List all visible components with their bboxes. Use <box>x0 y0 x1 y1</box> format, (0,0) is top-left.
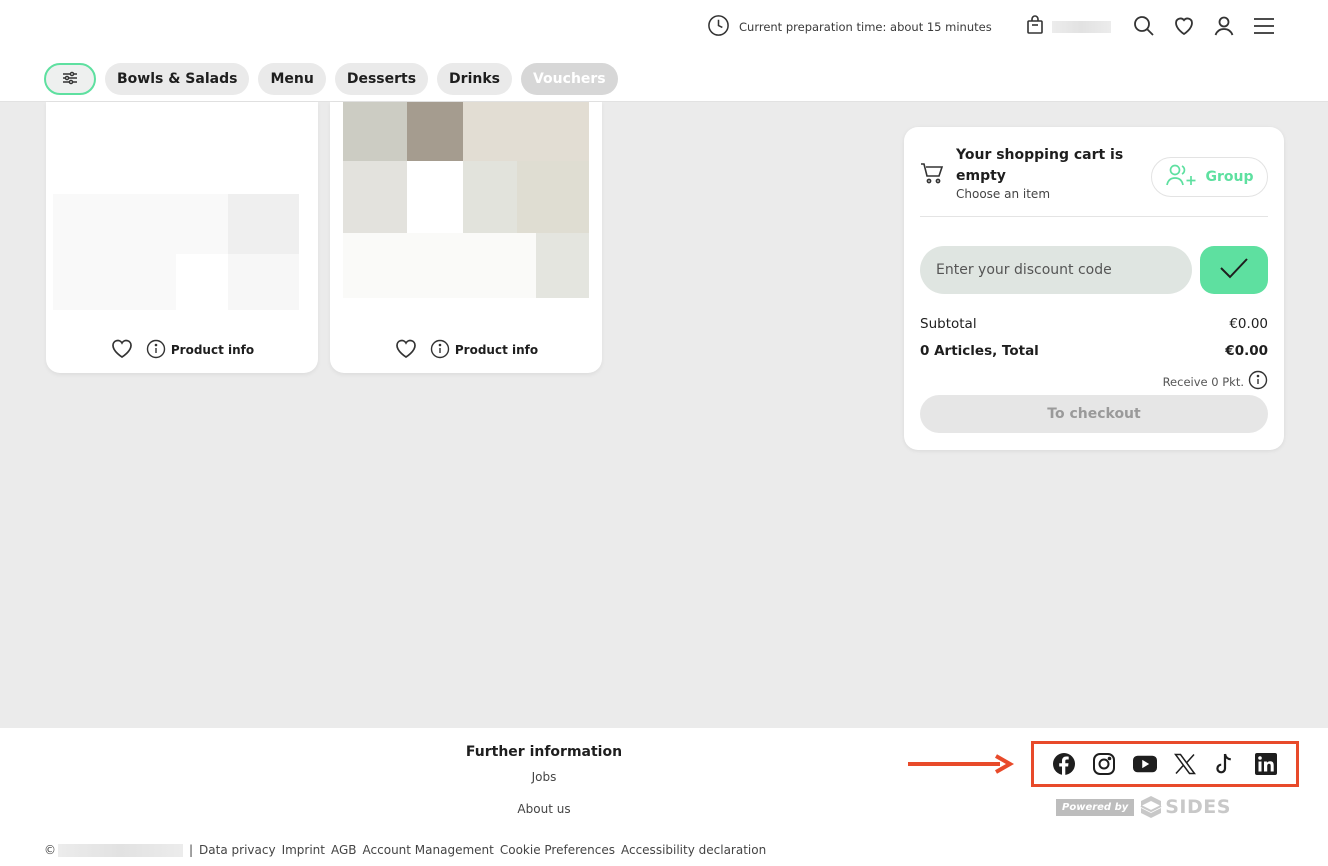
sides-wordmark: SIDES <box>1165 796 1231 818</box>
subtotal-value: €0.00 <box>1229 316 1268 332</box>
total-row: 0 Articles, Total €0.00 <box>920 343 1268 359</box>
product-actions: Product info <box>46 338 318 362</box>
product-image <box>343 102 589 298</box>
footer-link-about-us[interactable]: About us <box>517 802 570 816</box>
apply-discount-button[interactable] <box>1200 246 1268 294</box>
user-icon[interactable] <box>1212 14 1236 38</box>
discount-code-input[interactable] <box>920 246 1192 294</box>
product-info-label: Product info <box>170 343 255 357</box>
footer-link-imprint[interactable]: Imprint <box>282 843 325 857</box>
info-icon <box>430 339 450 362</box>
clock-icon <box>707 14 730 40</box>
group-order-button[interactable]: Group <box>1151 157 1268 197</box>
header-cart[interactable] <box>1026 15 1111 39</box>
site-footer: Further information Jobs About us Powere… <box>0 728 1328 866</box>
header-cart-amount-redacted <box>1052 21 1111 33</box>
cart-icon <box>920 161 944 189</box>
tiktok-icon[interactable] <box>1213 752 1237 776</box>
search-icon[interactable] <box>1132 14 1156 38</box>
facebook-icon[interactable] <box>1052 752 1076 776</box>
subtotal-label: Subtotal <box>920 316 977 332</box>
copyright-symbol: © <box>44 843 56 857</box>
x-icon[interactable] <box>1173 752 1197 776</box>
site-header: Current preparation time: about 15 minut… <box>0 0 1328 102</box>
category-tab-bowls-salads[interactable]: Bowls & Salads <box>105 63 250 95</box>
category-tab-vouchers[interactable]: Vouchers <box>520 63 618 95</box>
powered-by-badge: Powered by <box>1056 798 1135 816</box>
sides-logo: SIDES <box>1140 795 1231 819</box>
info-icon <box>146 339 166 362</box>
youtube-icon[interactable] <box>1132 752 1157 776</box>
product-image <box>53 102 311 314</box>
company-name-redacted <box>58 843 183 857</box>
points-text: Receive 0 Pkt. <box>1162 374 1244 389</box>
shopping-cart-panel: Your shopping cart is empty Choose an it… <box>904 127 1284 450</box>
product-actions: Product info <box>330 338 602 362</box>
product-info-button[interactable]: Product info <box>146 339 254 362</box>
filter-button[interactable] <box>44 63 96 95</box>
filter-icon <box>62 70 78 89</box>
product-info-label: Product info <box>454 343 539 357</box>
legal-links: © | Data privacy Imprint AGB Account Man… <box>44 843 766 857</box>
footer-link-cookie-preferences[interactable]: Cookie Preferences <box>500 843 615 857</box>
product-card[interactable]: Product info <box>46 102 318 373</box>
footer-link-jobs[interactable]: Jobs <box>532 770 557 784</box>
product-card[interactable]: Product info <box>330 102 602 373</box>
heart-icon[interactable] <box>1172 14 1196 38</box>
category-tab-drinks[interactable]: Drinks <box>437 63 512 95</box>
category-tab-menu[interactable]: Menu <box>258 63 326 95</box>
footer-link-agb[interactable]: AGB <box>331 843 357 857</box>
total-value: €0.00 <box>1225 343 1268 359</box>
footer-link-accessibility[interactable]: Accessibility declaration <box>621 843 766 857</box>
shopping-bag-icon <box>1026 15 1044 39</box>
instagram-icon[interactable] <box>1092 752 1116 776</box>
footer-link-data-privacy[interactable]: Data privacy <box>199 843 276 857</box>
cart-empty-subtitle: Choose an item <box>956 187 1051 201</box>
product-info-button[interactable]: Product info <box>430 339 538 362</box>
powered-by-sides[interactable]: Powered by SIDES <box>1056 795 1231 819</box>
subtotal-row: Subtotal €0.00 <box>920 316 1268 332</box>
menu-icon[interactable] <box>1252 14 1276 38</box>
social-links <box>1031 741 1299 787</box>
add-group-icon <box>1165 162 1197 192</box>
category-nav: Bowls & Salads Menu Desserts Drinks Vouc… <box>44 63 618 95</box>
footer-link-account-management[interactable]: Account Management <box>363 843 494 857</box>
preparation-time: Current preparation time: about 15 minut… <box>707 15 992 39</box>
preparation-time-text: Current preparation time: about 15 minut… <box>739 20 992 34</box>
favorite-heart-icon[interactable] <box>110 337 134 363</box>
legal-separator: | <box>189 843 194 857</box>
total-label: 0 Articles, Total <box>920 343 1039 359</box>
points-info: Receive 0 Pkt. <box>1163 370 1268 393</box>
favorite-heart-icon[interactable] <box>394 337 418 363</box>
group-order-label: Group <box>1205 169 1254 185</box>
highlight-arrow <box>908 754 1014 774</box>
category-tab-desserts[interactable]: Desserts <box>334 63 429 95</box>
checkout-button[interactable]: To checkout <box>920 395 1268 433</box>
cart-empty-title: Your shopping cart is empty <box>956 147 1124 184</box>
cart-header: Your shopping cart is empty Choose an it… <box>920 145 1268 217</box>
checkmark-icon <box>1218 255 1250 285</box>
info-icon[interactable] <box>1248 370 1268 393</box>
linkedin-icon[interactable] <box>1254 752 1278 776</box>
sides-logo-mark-icon <box>1140 796 1162 818</box>
